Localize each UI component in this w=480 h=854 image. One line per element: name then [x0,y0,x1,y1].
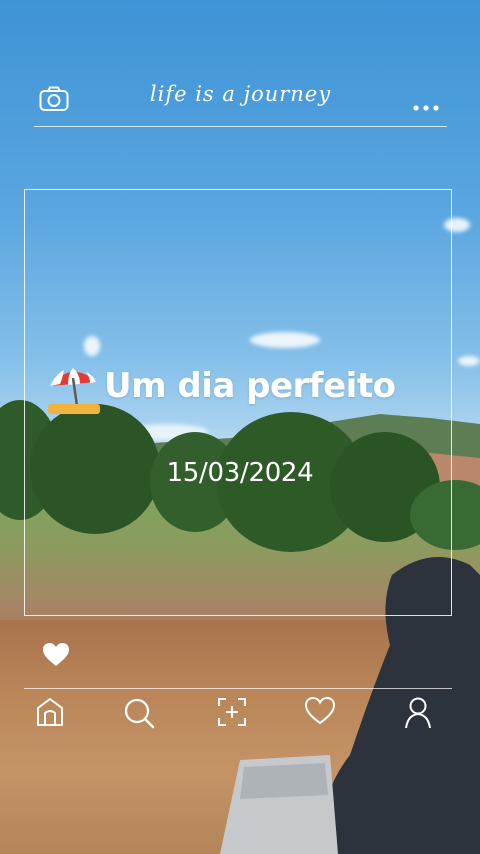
home-icon[interactable] [34,696,68,730]
add-icon[interactable] [216,696,250,730]
search-icon[interactable] [122,696,156,730]
profile-icon[interactable] [402,696,436,730]
app-title: life is a journey [149,82,332,106]
beach-umbrella-icon [46,364,102,414]
nav-divider [24,688,452,689]
post-date: 15/03/2024 [166,458,314,488]
bottom-navigation [0,696,480,740]
heart-filled-icon[interactable] [42,642,70,668]
post-title: Um dia perfeito [104,366,396,406]
post-title-row: Um dia perfeito [46,362,466,414]
heart-icon[interactable] [304,696,338,730]
top-bar: life is a journey [34,76,447,126]
header-divider [34,126,447,127]
more-icon[interactable] [413,96,439,111]
